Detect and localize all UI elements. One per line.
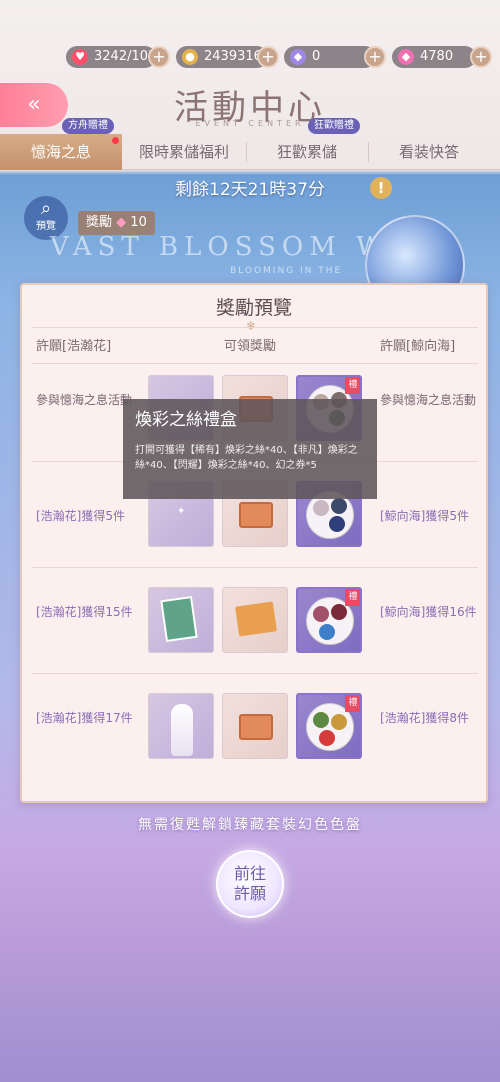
- tab-label: 狂歡累儲: [276, 143, 337, 161]
- divider: [32, 673, 478, 674]
- divider: [32, 327, 478, 328]
- card-icon: [160, 595, 198, 643]
- header: ♥ 3242/103 + ● 24393167 + ◆ 0 + ◆ 4780 +…: [0, 0, 500, 170]
- reward-count: 10: [130, 215, 147, 230]
- divider: [32, 363, 478, 364]
- row-condition-right: [鯨向海]獲得16件: [380, 605, 477, 619]
- divider: [32, 567, 478, 568]
- tab-yihai[interactable]: 憶海之息: [0, 134, 122, 170]
- snowflake-icon: ❄: [246, 319, 257, 333]
- search-icon: ⌕: [40, 198, 52, 219]
- tab-tag-carnival-gift: 狂歡贈禮: [308, 118, 360, 134]
- go-wish-label: 前往許願: [233, 864, 266, 903]
- tab-carnival-recharge[interactable]: 狂歡累儲: [246, 134, 368, 170]
- reward-item-card[interactable]: [148, 587, 214, 653]
- gift-box-icon: [239, 502, 273, 528]
- reward-item-envelope[interactable]: [222, 587, 288, 653]
- reward-item-gift-box[interactable]: [222, 693, 288, 759]
- heart-icon: ♥: [72, 49, 88, 65]
- color-dot: [319, 624, 335, 640]
- row-condition-left: [浩瀚花]獲得5件: [36, 509, 125, 523]
- color-dot: [331, 498, 347, 514]
- tooltip-description: 打開可獲得【稀有】煥彩之絲*40、【非凡】煥彩之絲*40、【閃耀】煥彩之絲*40…: [135, 445, 358, 471]
- row-condition-right: [浩瀚花]獲得8件: [380, 711, 469, 725]
- preview-label: 預覽: [36, 221, 56, 232]
- go-wish-button[interactable]: 前往許願: [216, 850, 284, 918]
- color-dot: [329, 516, 345, 532]
- gift-tag: 禮: [345, 589, 360, 606]
- stamina-counter: ♥ 3242/103: [66, 46, 156, 68]
- notification-dot: [112, 137, 119, 144]
- diamond-counter: ◆ 0: [284, 46, 376, 68]
- coin-icon: ●: [182, 49, 198, 65]
- color-dot: [319, 730, 335, 746]
- page-subtitle: EVENT CENTER: [195, 119, 305, 128]
- dress-icon: [171, 704, 193, 756]
- color-dot: [331, 714, 347, 730]
- reward-item-palette[interactable]: 禮: [296, 693, 362, 759]
- color-dot: [313, 606, 329, 622]
- footer-note: 無需復甦解鎖臻藏套裝幻色色盤: [138, 817, 362, 833]
- row-condition-left: [浩瀚花]獲得15件: [36, 605, 133, 619]
- reward-item-outfit[interactable]: [148, 693, 214, 759]
- crystal-value: 4780: [420, 49, 454, 64]
- tab-label: 憶海之息: [30, 143, 91, 161]
- reward-preview-modal: 獎勵預覽 ❄ 許願[浩瀚花] 可領獎勵 許願[鯨向海] 參與憶海之息活動 禮 參…: [20, 283, 488, 803]
- tab-quiz[interactable]: 看装快答: [368, 134, 490, 170]
- color-dot: [313, 500, 329, 516]
- crystal-counter: ◆ 4780: [392, 46, 476, 68]
- add-stamina-button[interactable]: +: [148, 46, 170, 68]
- tab-label: 看装快答: [398, 143, 459, 161]
- tab-bar: 憶海之息 方舟贈禮 限時累儲福利 狂歡累儲 狂歡贈禮 看装快答: [0, 118, 500, 170]
- add-crystals-button[interactable]: +: [470, 46, 492, 68]
- tab-limited-recharge[interactable]: 限時累儲福利: [122, 134, 246, 170]
- gift-tag: 禮: [345, 377, 360, 394]
- coin-counter: ● 24393167: [176, 46, 270, 68]
- color-dot: [313, 712, 329, 728]
- modal-title: 獎勵預覽: [215, 297, 292, 319]
- item-tooltip: 煥彩之絲禮盒 打開可獲得【稀有】煥彩之絲*40、【非凡】煥彩之絲*40、【閃耀】…: [123, 399, 377, 499]
- diamond-value: 0: [312, 49, 321, 64]
- gift-tag: 禮: [345, 695, 360, 712]
- add-coins-button[interactable]: +: [257, 46, 279, 68]
- diamond-icon: ◆: [290, 49, 306, 65]
- sparkle-icon: ✦: [177, 506, 186, 517]
- column-header-right: 許願[鯨向海]: [380, 339, 456, 354]
- tab-tag-ark-gift: 方舟贈禮: [62, 118, 114, 134]
- stamina-value: 3242/103: [94, 49, 157, 64]
- crystal-icon: ◆: [116, 215, 127, 230]
- back-button[interactable]: «: [0, 83, 68, 127]
- column-header-left: 許願[浩瀚花]: [36, 339, 112, 354]
- tooltip-title: 煥彩之絲禮盒: [135, 410, 237, 430]
- tab-label: 限時累儲福利: [138, 143, 229, 161]
- row-condition-left: [浩瀚花]獲得17件: [36, 711, 133, 725]
- row-condition-right: [鯨向海]獲得5件: [380, 509, 469, 523]
- column-header-rewards: 可領獎勵: [224, 339, 277, 354]
- event-banner-subtitle: BLOOMING IN THE: [230, 266, 343, 276]
- gift-box-icon: [239, 714, 273, 740]
- row-condition-right: 參與憶海之息活動: [380, 393, 477, 407]
- event-timer: 剩餘12天21時37分: [175, 180, 325, 200]
- reward-label: 獎勵: [86, 215, 113, 230]
- double-chevron-left-icon: «: [27, 92, 41, 117]
- color-dot: [331, 604, 347, 620]
- reward-item-palette[interactable]: 禮: [296, 587, 362, 653]
- add-diamonds-button[interactable]: +: [364, 46, 386, 68]
- crystal-icon: ◆: [398, 49, 414, 65]
- info-button[interactable]: !: [370, 177, 392, 199]
- envelope-icon: [235, 601, 277, 637]
